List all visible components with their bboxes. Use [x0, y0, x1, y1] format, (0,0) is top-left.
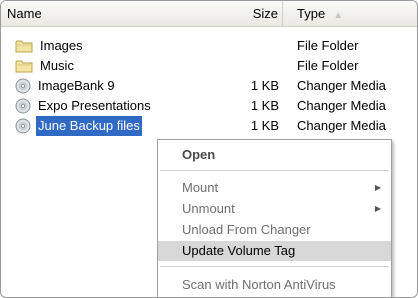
file-size: 1 KB: [250, 98, 279, 113]
context-menu: Open Mount ▶ Unmount ▶ Unload From Changer…: [157, 139, 392, 297]
submenu-arrow-icon: ▶: [374, 204, 381, 213]
menu-item-mount-label: Mount: [182, 180, 219, 195]
file-name: Music: [40, 58, 74, 73]
disc-icon: [15, 78, 31, 94]
column-type-label: Type: [297, 6, 326, 21]
menu-item-unmount-label: Unmount: [182, 201, 235, 216]
file-type: File Folder: [297, 38, 359, 53]
column-header: Name Size Type ▲: [1, 1, 417, 27]
file-type: Changer Media: [297, 98, 386, 113]
disc-icon: [15, 118, 31, 134]
file-name: ImageBank 9: [38, 78, 115, 93]
column-size-header[interactable]: Size: [161, 1, 283, 27]
file-browser-window: Name Size Type ▲ Images File Folder Music…: [0, 0, 418, 298]
file-row-imagebank[interactable]: ImageBank 9 1 KB Changer Media: [1, 76, 417, 96]
file-row-expo-presentations[interactable]: Expo Presentations 1 KB Changer Media: [1, 96, 417, 116]
menu-item-update-volume-tag[interactable]: Update Volume Tag: [158, 241, 391, 261]
column-name-header[interactable]: Name: [7, 1, 157, 27]
folder-icon: [15, 40, 33, 53]
menu-separator: [160, 170, 389, 171]
disc-icon: [15, 98, 31, 114]
file-row-images[interactable]: Images File Folder: [1, 36, 417, 56]
file-row-music[interactable]: Music File Folder: [1, 56, 417, 76]
file-size: 1 KB: [250, 118, 279, 133]
file-name: June Backup files: [36, 116, 142, 136]
menu-item-open[interactable]: Open: [158, 145, 391, 165]
folder-icon: [15, 60, 33, 73]
file-name: Expo Presentations: [38, 98, 151, 113]
file-name: Images: [40, 38, 83, 53]
file-type: Changer Media: [297, 118, 386, 133]
column-type-header[interactable]: Type ▲: [287, 1, 417, 27]
file-type: Changer Media: [297, 78, 386, 93]
menu-item-unmount[interactable]: Unmount ▶: [158, 199, 391, 219]
menu-item-mount[interactable]: Mount ▶: [158, 178, 391, 198]
file-size: 1 KB: [250, 78, 279, 93]
file-type: File Folder: [297, 58, 359, 73]
submenu-arrow-icon: ▶: [374, 183, 381, 192]
menu-separator: [160, 266, 389, 267]
menu-item-scan-norton[interactable]: Scan with Norton AntiVirus: [158, 275, 391, 295]
menu-item-unload-from-changer[interactable]: Unload From Changer: [158, 220, 391, 240]
file-row-june-backup[interactable]: June Backup files 1 KB Changer Media: [1, 116, 417, 136]
sort-ascending-icon: ▲: [333, 10, 344, 21]
